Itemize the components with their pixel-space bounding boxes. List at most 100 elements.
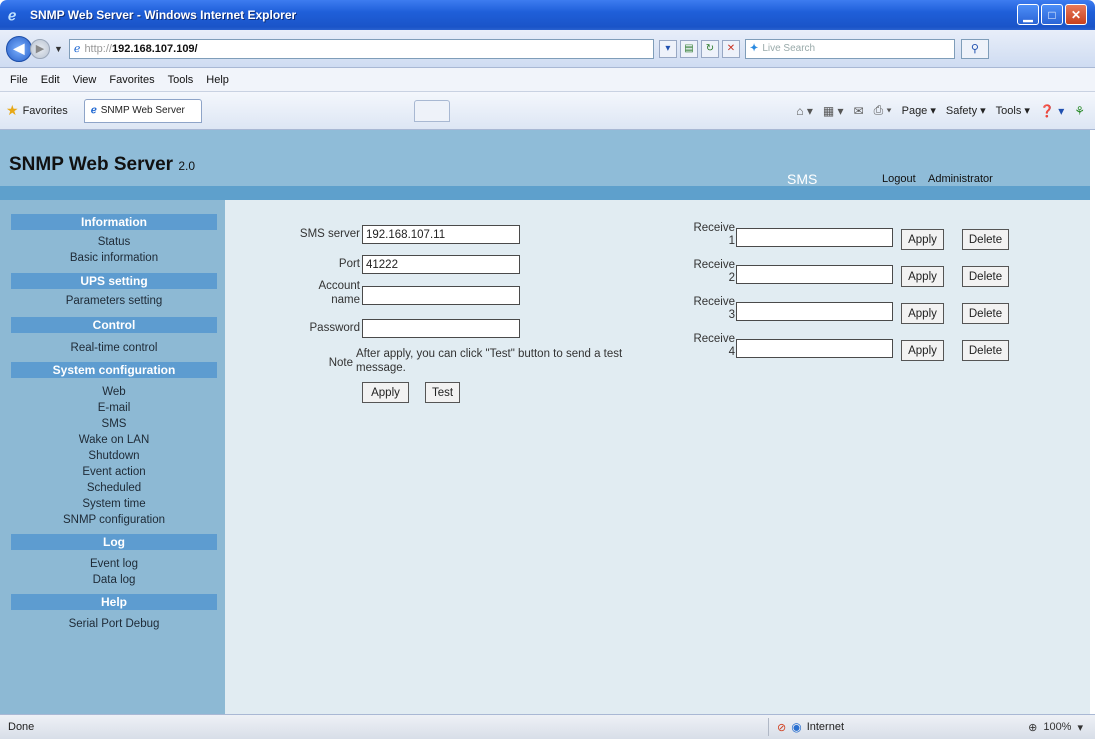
banner-strip [0, 186, 1090, 200]
sidebar-item-serial-port-debug[interactable]: Serial Port Debug [11, 616, 217, 632]
note-text: After apply, you can click "Test" button… [356, 348, 623, 374]
sms-settings-form: SMS server Port Account name Password No… [225, 200, 1090, 714]
receiver-1-apply-button[interactable]: Apply [901, 229, 944, 250]
tab-snmp-web-server[interactable]: ℯ SNMP Web Server [83, 98, 202, 123]
sidebar-item-real-time-control[interactable]: Real-time control [11, 340, 217, 356]
zoom-icon: ⊕ [1028, 721, 1038, 734]
account-name-label-line1: Account [318, 280, 360, 292]
receiver-3-apply-button[interactable]: Apply [901, 303, 944, 324]
receiver-2-delete-button[interactable]: Delete [962, 266, 1009, 287]
history-dropdown-icon[interactable]: ▼ [54, 44, 63, 54]
receiver-3-delete-button[interactable]: Delete [962, 303, 1009, 324]
url-dropdown-icon[interactable]: ▾ [658, 39, 677, 58]
safety-menu[interactable]: Safety ▾ [946, 104, 986, 117]
page-menu[interactable]: Page ▾ [902, 104, 936, 117]
address-tools: ▾ ▤ ↻ ✕ [658, 39, 740, 58]
sidebar-item-web[interactable]: Web [11, 384, 217, 400]
window-title: SNMP Web Server - Windows Internet Explo… [30, 8, 297, 22]
home-icon[interactable]: ⌂ ▾ [796, 104, 813, 118]
receiver-3-input[interactable] [736, 302, 893, 321]
url-input[interactable]: ℯ http://192.168.107.109/ [68, 38, 654, 59]
zoom-level: 100% [1043, 721, 1072, 733]
test-button[interactable]: Test [425, 382, 460, 403]
status-text: Done [8, 721, 35, 733]
minimize-button[interactable]: ▁ [1017, 4, 1039, 25]
menu-tools[interactable]: Tools [168, 74, 194, 86]
receiver-4-apply-button[interactable]: Apply [901, 340, 944, 361]
research-icon[interactable]: ⚘ [1074, 104, 1085, 118]
sidebar-item-event-log[interactable]: Event log [11, 556, 217, 572]
compatibility-icon[interactable]: ▤ [679, 39, 698, 58]
menu-view[interactable]: View [73, 74, 97, 86]
tab-page-icon: ℯ [90, 105, 97, 116]
feeds-icon[interactable]: ▦ ▾ [823, 104, 844, 118]
help-icon[interactable]: ❓ ▾ [1040, 104, 1064, 118]
tools-menu[interactable]: Tools ▾ [996, 104, 1030, 117]
menu-help[interactable]: Help [206, 74, 229, 86]
security-zone[interactable]: ⊘ ◉ Internet [777, 720, 927, 734]
receiver-2-apply-button[interactable]: Apply [901, 266, 944, 287]
receiver-1-input[interactable] [736, 228, 893, 247]
search-input[interactable]: ✦ Live Search [744, 38, 955, 59]
favorites-bar: ★ Favorites ℯ SNMP Web Server ⌂ ▾ ▦ ▾ ✉ … [0, 92, 1095, 130]
receiver-4-input[interactable] [736, 339, 893, 358]
favorites-button[interactable]: Favorites [23, 105, 68, 117]
receiver-1-label-line2: 1 [728, 235, 735, 247]
protected-mode-icon: ⊘ [777, 721, 787, 734]
search-button[interactable]: ⚲ [960, 38, 989, 59]
sidebar-item-event-action[interactable]: Event action [11, 464, 217, 480]
forward-button[interactable]: ▶ [30, 38, 50, 59]
sidebar-item-parameters-setting[interactable]: Parameters setting [11, 293, 217, 309]
menu-edit[interactable]: Edit [41, 74, 60, 86]
new-tab-button[interactable] [413, 99, 450, 122]
sidebar-item-system-time[interactable]: System time [11, 496, 217, 512]
receiver-4-label-line2: 4 [728, 346, 735, 358]
logout-link[interactable]: Logout [882, 173, 916, 185]
receiver-3-label-line1: Receive [693, 296, 735, 308]
security-zone-label: Internet [806, 721, 845, 733]
receiver-4-delete-button[interactable]: Delete [962, 340, 1009, 361]
port-input[interactable] [362, 255, 520, 274]
sidebar-item-scheduled[interactable]: Scheduled [11, 480, 217, 496]
back-button[interactable]: ◀ [6, 35, 32, 62]
url-protocol: http:// [84, 42, 112, 55]
zoom-dropdown-icon: ▾ [1077, 721, 1083, 734]
search-placeholder: Live Search [762, 43, 816, 54]
sidebar-item-wake-on-lan[interactable]: Wake on LAN [11, 432, 217, 448]
page-version: 2.0 [178, 159, 196, 173]
sidebar-item-data-log[interactable]: Data log [11, 572, 217, 588]
sidebar-item-shutdown[interactable]: Shutdown [11, 448, 217, 464]
stop-icon[interactable]: ✕ [721, 39, 740, 58]
back-arrow-icon: ◀ [13, 40, 25, 56]
zoom-control[interactable]: ⊕ 100% ▾ [1028, 721, 1083, 734]
search-icon: ⚲ [970, 43, 979, 55]
password-input[interactable] [362, 319, 520, 338]
command-bar: ⌂ ▾ ▦ ▾ ✉ ⎙ ▾ Page ▾ Safety ▾ Tools ▾ ❓ … [796, 103, 1085, 118]
sidebar-item-basic-information[interactable]: Basic information [11, 250, 217, 266]
sidebar-item-e-mail[interactable]: E-mail [11, 400, 217, 416]
sidebar-item-status[interactable]: Status [11, 234, 217, 250]
menu-file[interactable]: File [10, 74, 28, 86]
sidebar-item-snmp-configuration[interactable]: SNMP configuration [11, 512, 217, 528]
status-bar: Done ⊘ ◉ Internet ⊕ 100% ▾ [0, 714, 1095, 739]
refresh-icon[interactable]: ↻ [700, 39, 719, 58]
close-button[interactable]: ✕ [1065, 4, 1087, 25]
receiver-2-input[interactable] [736, 265, 893, 284]
menu-bar: File Edit View Favorites Tools Help [0, 68, 1095, 92]
print-icon[interactable]: ⎙ ▾ [874, 103, 892, 118]
receiver-4-label-line1: Receive [693, 333, 735, 345]
favorites-star-icon[interactable]: ★ [6, 102, 19, 119]
page-title-text: SNMP Web Server [9, 154, 174, 175]
maximize-button[interactable]: □ [1041, 4, 1063, 25]
receiver-2-label-line2: 2 [728, 272, 735, 284]
menu-favorites[interactable]: Favorites [109, 74, 154, 86]
receiver-3-label-line2: 3 [728, 309, 735, 321]
mail-icon[interactable]: ✉ [854, 104, 864, 118]
apply-button[interactable]: Apply [362, 382, 409, 403]
sms-server-input[interactable] [362, 225, 520, 244]
window-titlebar: ℯ SNMP Web Server - Windows Internet Exp… [0, 0, 1095, 30]
receiver-1-delete-button[interactable]: Delete [962, 229, 1009, 250]
status-divider [768, 718, 769, 736]
account-name-input[interactable] [362, 286, 520, 305]
sidebar-item-sms[interactable]: SMS [11, 416, 217, 432]
